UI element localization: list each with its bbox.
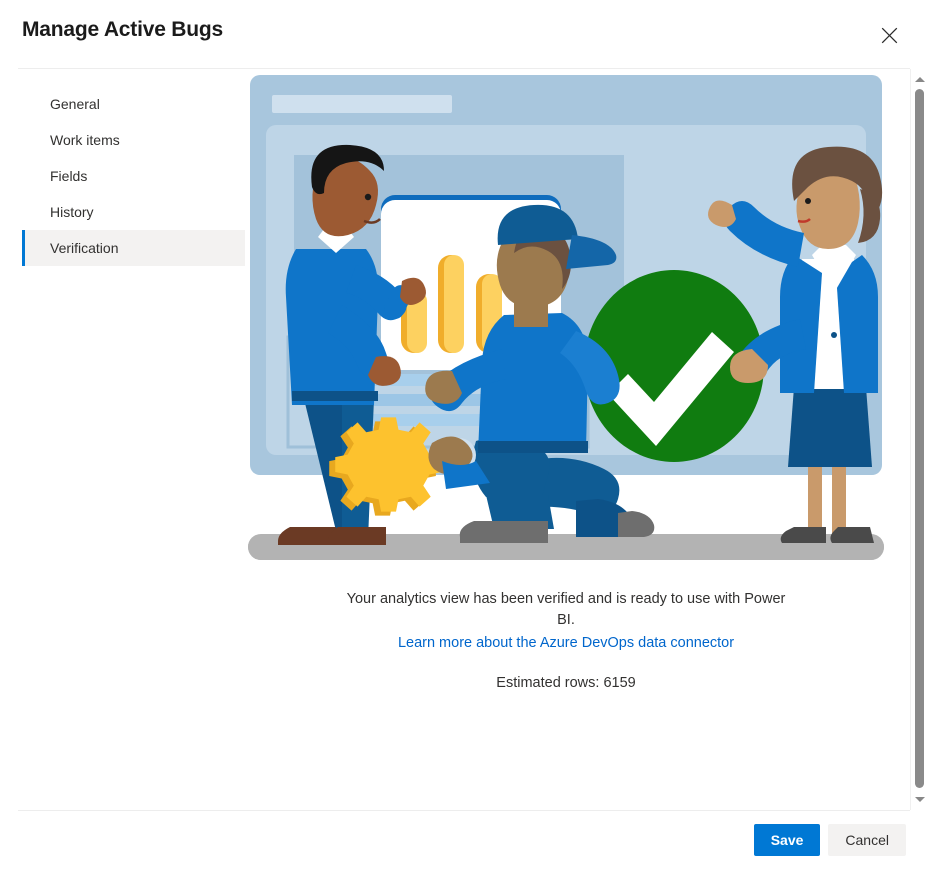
dialog-title: Manage Active Bugs (22, 18, 224, 41)
sidebar-item-label: General (50, 96, 100, 112)
sidebar-item-general[interactable]: General (22, 86, 245, 122)
footer-actions: Save Cancel (753, 824, 906, 856)
manage-active-bugs-dialog: Manage Active Bugs General Work items Fi… (0, 0, 928, 872)
dialog-header: Manage Active Bugs (0, 0, 928, 69)
verification-pane: Your analytics view has been verified an… (246, 69, 928, 810)
scroll-up-button[interactable] (911, 71, 928, 88)
sidebar-item-verification[interactable]: Verification (22, 230, 245, 266)
chevron-down-icon (914, 797, 925, 802)
cancel-button[interactable]: Cancel (828, 824, 906, 856)
scrollbar-thumb[interactable] (915, 89, 924, 788)
sidebar-item-label: Work items (50, 132, 120, 148)
sidebar-item-label: Fields (50, 168, 88, 184)
sidebar-item-fields[interactable]: Fields (22, 158, 245, 194)
sidebar-item-history[interactable]: History (22, 194, 245, 230)
dialog-body: General Work items Fields History Verifi… (0, 69, 928, 810)
chevron-up-icon (914, 77, 925, 82)
settings-sidebar: General Work items Fields History Verifi… (0, 69, 246, 810)
scroll-down-button[interactable] (911, 791, 928, 808)
learn-more-link[interactable]: Learn more about the Azure DevOps data c… (246, 631, 886, 655)
verification-caption: Your analytics view has been verified an… (246, 589, 886, 691)
save-button[interactable]: Save (753, 824, 821, 856)
sidebar-item-label: Verification (50, 240, 119, 256)
estimated-rows-text: Estimated rows: 6159 (496, 675, 636, 691)
close-icon (881, 27, 898, 44)
verification-success-illustration (246, 69, 886, 569)
sidebar-item-work-items[interactable]: Work items (22, 122, 245, 158)
content-scrollbar[interactable] (910, 69, 928, 810)
close-button[interactable] (868, 14, 910, 56)
dialog-footer: Save Cancel (0, 810, 928, 872)
sidebar-item-label: History (50, 204, 94, 220)
verification-message: Your analytics view has been verified an… (346, 591, 786, 628)
footer-divider (18, 810, 910, 811)
